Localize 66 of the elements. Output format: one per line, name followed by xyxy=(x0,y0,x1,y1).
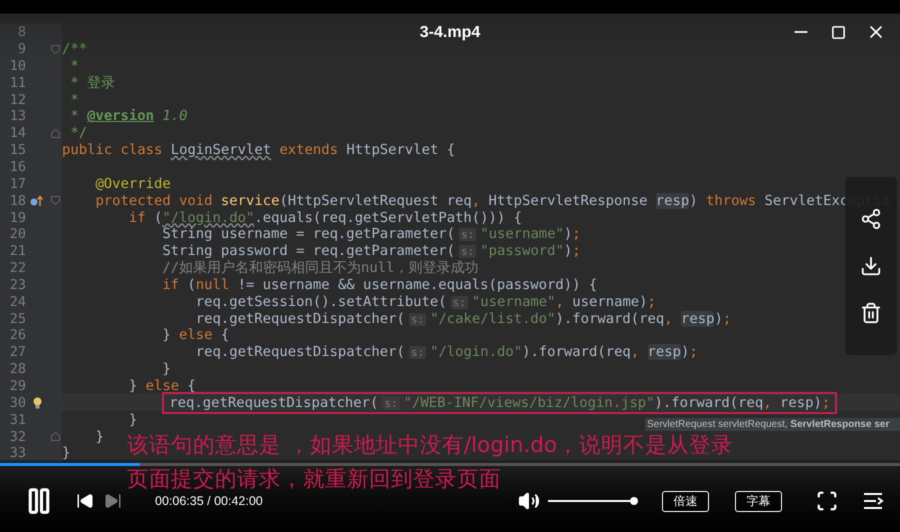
code-line: * xyxy=(70,58,79,74)
line-number: 15 xyxy=(8,142,26,158)
volume-button[interactable] xyxy=(518,490,540,512)
line-number: 14 xyxy=(8,125,26,142)
bulb-icon[interactable] xyxy=(32,396,42,409)
code-line: req.getSession().setAttribute( s: "username", username); xyxy=(196,294,656,310)
line-number: 25 xyxy=(8,310,26,327)
line-number: 22 xyxy=(8,260,26,276)
text-button[interactable]: 字幕 xyxy=(735,490,782,512)
subtitle-line: 该语句的意思是 ，如果地址中没有/login.do，说明不是从登录 xyxy=(127,433,734,458)
previous-button[interactable] xyxy=(76,492,94,510)
line-number: 16 xyxy=(8,159,26,176)
line-number: 13 xyxy=(8,108,26,124)
parameter-tooltip: ServletRequest servletRequest, ServletResponse ser xyxy=(645,418,900,431)
line-number: 33 xyxy=(8,445,26,462)
line-number: 23 xyxy=(8,276,26,293)
code-line: * @version 1.0 xyxy=(70,108,188,124)
code-line: } xyxy=(162,361,171,378)
code-line: if ("/login.do".equals(req.getServletPath())) { xyxy=(128,210,522,226)
line-number: 11 xyxy=(8,74,26,91)
line-number: 8 xyxy=(16,24,26,40)
line-number: 20 xyxy=(8,226,26,242)
line-number: 28 xyxy=(8,361,26,378)
playlist-button[interactable] xyxy=(862,492,884,510)
delete-button[interactable] xyxy=(860,302,882,324)
code-line: } else { xyxy=(162,327,230,344)
line-number: 18 xyxy=(8,192,26,209)
text-button[interactable]: 倍速 xyxy=(662,490,709,512)
line-number: 29 xyxy=(8,378,26,394)
line-number: 26 xyxy=(8,327,26,344)
line-number: 27 xyxy=(8,344,26,360)
fullscreen-button[interactable] xyxy=(816,490,838,512)
code-line: } xyxy=(128,412,138,428)
line-number: 19 xyxy=(8,210,26,226)
line-number: 17 xyxy=(8,176,26,192)
code-line: //如果用户名和密码相同且不为null，则登录成功 xyxy=(162,259,478,278)
code-line: @Override xyxy=(95,176,171,192)
line-number: 30 xyxy=(8,394,26,411)
line-number: 21 xyxy=(8,243,26,260)
download-button[interactable] xyxy=(860,255,882,277)
code-line: * xyxy=(70,92,79,108)
line-number: 10 xyxy=(8,58,26,74)
code-line: String password = req.getParameter( s: "password"); xyxy=(162,243,581,260)
code-line: } xyxy=(95,428,104,445)
code-line: String username = req.getParameter( s: "username"); xyxy=(162,226,581,242)
share-button[interactable] xyxy=(860,208,882,230)
subtitle-line: 页面提交的请求，就重新回到登录页面 xyxy=(127,467,501,492)
window-title: 3-4.mp4 xyxy=(420,24,480,42)
code-line: public class LoginServlet extends HttpServlet { xyxy=(62,142,456,158)
code-line: req.getRequestDispatcher( s: "/login.do").forward(req, resp); xyxy=(196,344,698,360)
maximize-button[interactable] xyxy=(831,24,846,40)
override-icon[interactable] xyxy=(30,194,44,207)
line-number: 24 xyxy=(8,294,26,310)
line-number: 32 xyxy=(8,428,26,445)
code-line: * 登录 xyxy=(70,74,116,92)
playback-time: 00:06:35 / 00:42:00 xyxy=(155,494,263,508)
code-line: } xyxy=(62,445,70,462)
progress-track[interactable] xyxy=(0,463,900,466)
line-number: 9 xyxy=(16,41,26,58)
line-number: 12 xyxy=(8,92,26,108)
code-line: */ xyxy=(70,125,88,142)
code-line: } else { xyxy=(128,378,196,394)
code-line: /** xyxy=(62,41,88,58)
code-line: req.getRequestDispatcher( s: "/cake/list.do").forward(req, resp); xyxy=(196,310,732,327)
line-number: 31 xyxy=(8,412,26,428)
code-line: if (null != username && username.equals(password)) { xyxy=(162,276,598,293)
